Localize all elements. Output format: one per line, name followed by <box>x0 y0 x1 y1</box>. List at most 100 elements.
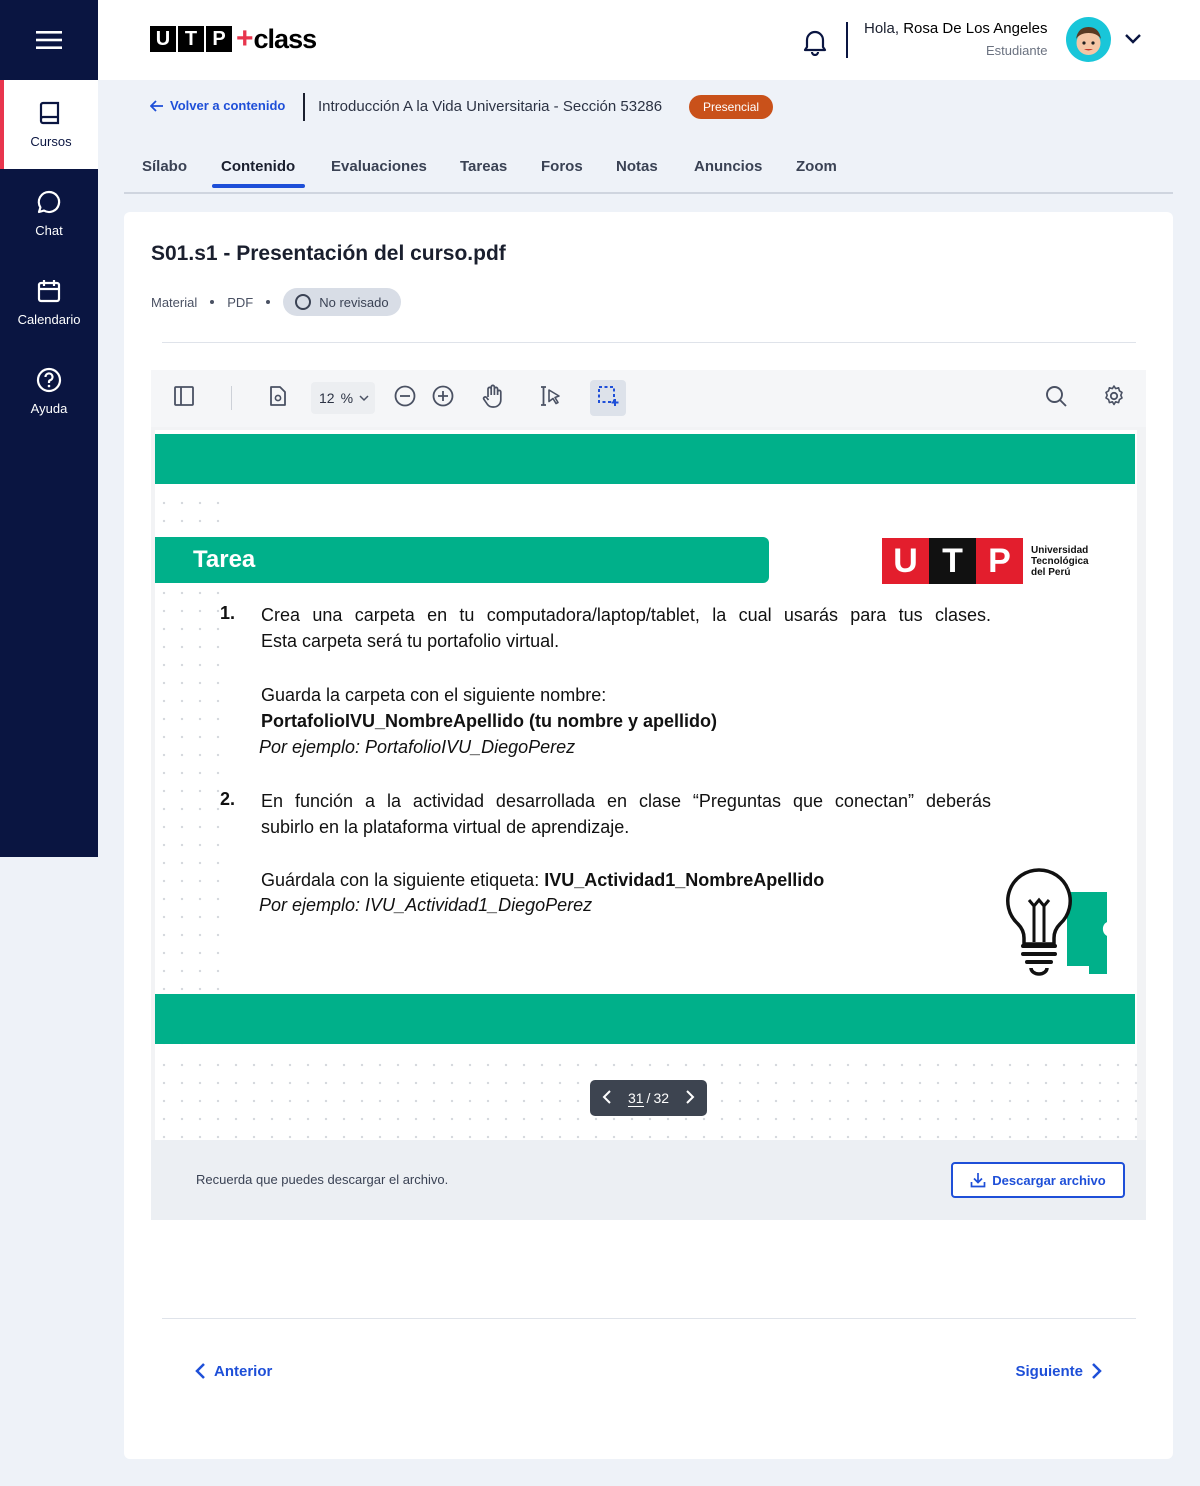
zoom-in-icon <box>432 385 454 407</box>
slide-heading-bar: Tarea <box>155 537 769 583</box>
sidebar-item-label: Cursos <box>30 134 72 149</box>
utp-name-line: Tecnológica <box>1031 555 1089 567</box>
tab-anuncios[interactable]: Anuncios <box>694 158 762 175</box>
slide-text-italic: Por ejemplo: PortafolioIVU_DiegoPerez <box>259 737 576 757</box>
circle-icon <box>295 294 312 310</box>
page-indicator: 31 / 32 <box>627 1090 669 1107</box>
utp-name-line: del Perú <box>1031 566 1071 578</box>
next-content-button[interactable]: Siguiente <box>1015 1362 1103 1380</box>
slide-text: Crea una carpeta en tu computadora/lapto… <box>261 605 991 625</box>
user-name: Rosa De Los Angeles <box>903 20 1048 37</box>
pan-tool-button[interactable] <box>481 384 505 415</box>
utp-letter: P <box>976 538 1023 584</box>
download-icon <box>970 1173 986 1188</box>
marquee-zoom-toggle[interactable] <box>596 384 620 413</box>
utp-class-logo[interactable]: U T P + class <box>150 22 317 55</box>
previous-label: Anterior <box>214 1362 273 1380</box>
chevron-down-icon <box>359 395 369 402</box>
tab-evaluaciones[interactable]: Evaluaciones <box>331 158 427 175</box>
slide-footer-band <box>155 994 1135 1044</box>
tab-zoom[interactable]: Zoom <box>796 158 837 175</box>
user-role: Estudiante <box>986 43 1048 58</box>
pdf-page-area[interactable]: Tarea U T P Universidad Tecnológica del … <box>155 430 1137 1140</box>
previous-page-button[interactable] <box>602 1089 612 1107</box>
current-page-input[interactable]: 31 <box>627 1090 644 1107</box>
previous-content-button[interactable]: Anterior <box>194 1362 272 1380</box>
chevron-down-icon <box>1125 34 1141 44</box>
greeting-prefix: Hola, <box>864 20 900 37</box>
slide-text-line: Guárdala con la siguiente etiqueta: IVU_… <box>261 867 824 893</box>
avatar[interactable] <box>1066 17 1111 62</box>
sidebar-item-ayuda[interactable]: Ayuda <box>0 347 98 436</box>
slide-text: Esta carpeta será tu portafolio virtual. <box>261 631 560 651</box>
next-page-button[interactable] <box>685 1089 695 1107</box>
download-file-button[interactable]: Descargar archivo <box>951 1162 1125 1198</box>
settings-button[interactable] <box>1102 384 1126 413</box>
book-icon <box>39 101 60 125</box>
document-icon <box>270 386 286 406</box>
header-divider <box>846 22 848 58</box>
zoom-out-button[interactable] <box>393 384 417 413</box>
back-to-content-link[interactable]: Volver a contenido <box>150 98 285 113</box>
top-header: U T P + class Hola, Rosa De Los Angeles … <box>98 0 1200 80</box>
course-tabs: Sílabo Contenido Evaluaciones Tareas For… <box>124 150 1173 194</box>
arrow-left-icon <box>150 99 163 112</box>
list-number: 2. <box>220 789 236 809</box>
list-number: 1. <box>220 603 236 623</box>
tab-notas[interactable]: Notas <box>616 158 658 175</box>
pdf-toolbar: 12 % <box>151 370 1146 427</box>
menu-button[interactable] <box>0 0 98 80</box>
notifications-button[interactable] <box>802 28 828 61</box>
toggle-sidebar-button[interactable] <box>173 384 195 413</box>
zoom-value: 12 <box>319 390 335 406</box>
tab-foros[interactable]: Foros <box>541 158 583 175</box>
slide-text-bold: IVU_Actividad1_NombreApellido <box>544 870 825 890</box>
text-cursor-icon <box>541 386 560 406</box>
document-format: PDF <box>227 294 254 310</box>
help-icon <box>36 367 62 393</box>
avatar-face-icon <box>1076 27 1101 55</box>
search-button[interactable] <box>1044 384 1068 413</box>
lightbulb-icon <box>1006 868 1107 976</box>
utp-letter: U <box>882 538 929 584</box>
calendar-icon <box>37 280 61 303</box>
back-link-label: Volver a contenido <box>170 98 286 113</box>
utp-name-line: Universidad <box>1031 544 1089 556</box>
breadcrumb-divider <box>303 93 305 121</box>
slide-text: Guárdala con la siguiente etiqueta: <box>261 870 545 890</box>
text-select-button[interactable] <box>537 384 563 413</box>
zoom-in-button[interactable] <box>431 384 455 413</box>
tab-silabo[interactable]: Sílabo <box>142 158 187 175</box>
sidebar-item-label: Calendario <box>17 312 81 327</box>
logo-plus: + <box>236 22 254 55</box>
logo-letter: T <box>178 26 204 52</box>
sidebar-item-cursos[interactable]: Cursos <box>0 80 98 169</box>
course-title: Introducción A la Vida Universitaria - S… <box>318 98 663 115</box>
tab-contenido[interactable]: Contenido <box>221 158 295 175</box>
pdf-viewer: 12 % Tarea U T P Universidad Tecnológica… <box>151 370 1146 1220</box>
slide-text: subirlo en la plataforma virtual de apre… <box>261 817 630 837</box>
page-navigator: 31 / 32 <box>590 1080 707 1116</box>
gear-icon <box>1105 385 1123 406</box>
user-menu-toggle[interactable] <box>1124 30 1142 53</box>
slide-text-bold: PortafolioIVU_NombreApellido (tu nombre … <box>261 711 718 731</box>
utp-university-name: Universidad Tecnológica del Perú <box>1031 545 1103 578</box>
content-card: S01.s1 - Presentación del curso.pdf Mate… <box>124 212 1173 1459</box>
zoom-unit: % <box>340 390 354 406</box>
meta-separator <box>266 300 271 304</box>
sidebar-item-label: Ayuda <box>30 401 68 416</box>
divider <box>162 1318 1136 1319</box>
logo-letter: U <box>150 26 176 52</box>
chevron-right-icon <box>686 1089 695 1104</box>
review-status-badge[interactable]: No revisado <box>283 288 401 316</box>
zoom-select[interactable]: 12 % <box>311 382 375 414</box>
tab-tareas[interactable]: Tareas <box>460 158 507 175</box>
page-fit-button[interactable] <box>268 384 288 413</box>
marquee-select-icon <box>598 386 619 406</box>
chat-icon <box>37 190 61 214</box>
utp-university-logo: U T P Universidad Tecnológica del Perú <box>882 538 1103 584</box>
sidebar-item-chat[interactable]: Chat <box>0 169 98 258</box>
sidebar-item-calendario[interactable]: Calendario <box>0 258 98 347</box>
modality-badge: Presencial <box>689 95 774 119</box>
sidebar: Cursos Chat Calendario Ayuda <box>0 0 98 857</box>
